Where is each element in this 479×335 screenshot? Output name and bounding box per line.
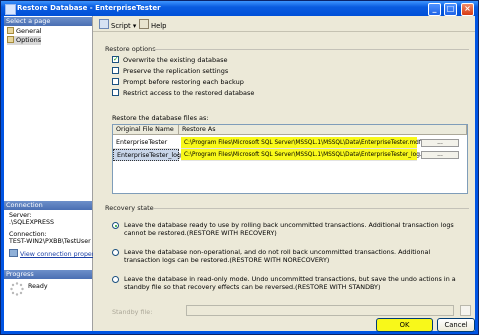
progress-header: Progress xyxy=(4,270,92,279)
browse-button-label: ... xyxy=(437,151,443,158)
overwrite-database-checkbox[interactable]: Overwrite the existing database xyxy=(112,55,228,65)
checkbox-label: Prompt before restoring each backup xyxy=(123,78,244,86)
standby-browse-button[interactable] xyxy=(460,305,471,316)
help-button[interactable]: Help xyxy=(139,19,167,30)
recovery-state-divider xyxy=(153,208,469,209)
restrict-access-checkbox[interactable]: Restrict access to the restored database xyxy=(112,89,254,98)
progress-status: Ready xyxy=(28,283,48,290)
browse-file-button[interactable]: ... xyxy=(421,151,459,159)
radio-icon xyxy=(112,249,119,256)
standby-file-label: Standby file: xyxy=(112,308,153,316)
restore-files-label: Restore the database files as: xyxy=(112,114,209,122)
checkbox-label: Overwrite the existing database xyxy=(123,56,228,64)
column-header-original-file[interactable]: Original File Name xyxy=(113,125,179,135)
maximize-button[interactable]: □ xyxy=(444,3,457,16)
properties-icon xyxy=(9,249,18,257)
sidebar-item-label: General xyxy=(16,27,42,35)
database-icon xyxy=(5,4,16,15)
progress-spinner-icon xyxy=(10,282,24,296)
checkbox-checked-icon xyxy=(112,55,119,64)
sidebar: Select a page General Options Connection… xyxy=(4,16,106,331)
prompt-before-restore-checkbox[interactable]: Prompt before restoring each backup xyxy=(112,78,244,87)
restore-as-cell[interactable]: C:\Program Files\Microsoft SQL Server\MS… xyxy=(181,137,421,149)
original-file-cell[interactable]: EnterpriseTester_log xyxy=(113,149,181,161)
standby-file-input[interactable] xyxy=(186,305,454,316)
connection-header: Connection xyxy=(4,201,92,210)
close-icon: × xyxy=(464,4,471,13)
radio-with-recovery[interactable]: Leave the database ready to use by rolli… xyxy=(112,221,472,239)
minimize-button[interactable]: _ xyxy=(428,3,441,16)
checkbox-icon xyxy=(112,89,119,96)
browse-button-label: ... xyxy=(437,139,443,146)
column-header-restore-as[interactable]: Restore As xyxy=(179,125,467,135)
radio-label: Leave the database ready to use by rolli… xyxy=(124,221,454,237)
title-bar[interactable]: Restore Database - EnterpriseTester _ □ … xyxy=(1,1,478,16)
preserve-replication-checkbox[interactable]: Preserve the replication settings xyxy=(112,67,228,76)
connection-value: TEST-WIN2\PXBB\TestUser xyxy=(9,238,91,245)
page-icon xyxy=(7,27,14,34)
checkbox-icon xyxy=(112,78,119,85)
toolbar: Script ▾ Help xyxy=(93,16,475,32)
checkbox-label: Restrict access to the restored database xyxy=(123,89,255,97)
radio-icon xyxy=(112,276,119,283)
sidebar-item-label: Options xyxy=(16,36,42,44)
script-icon xyxy=(99,19,109,29)
restore-as-cell[interactable]: C:\Program Files\Microsoft SQL Server\MS… xyxy=(181,149,433,161)
script-label: Script xyxy=(111,22,131,30)
radio-selected-icon xyxy=(112,222,119,229)
radio-label: Leave the database in read-only mode. Un… xyxy=(124,275,456,291)
window-title: Restore Database - EnterpriseTester xyxy=(17,4,161,12)
restore-options-divider xyxy=(153,49,469,50)
close-button[interactable]: × xyxy=(461,3,474,16)
dialog-client-area: Select a page General Options Connection… xyxy=(4,16,475,332)
restore-database-window: Restore Database - EnterpriseTester _ □ … xyxy=(0,0,479,335)
minimize-icon: _ xyxy=(432,4,437,13)
chevron-down-icon: ▾ xyxy=(132,22,137,30)
checkbox-label: Preserve the replication settings xyxy=(123,67,229,75)
original-file-cell[interactable]: EnterpriseTester xyxy=(113,137,179,149)
restore-files-grid[interactable]: Original File Name Restore As Enterprise… xyxy=(112,124,468,194)
browse-file-button[interactable]: ... xyxy=(421,139,459,147)
script-button[interactable]: Script ▾ xyxy=(99,19,136,30)
ok-button[interactable]: OK xyxy=(376,318,433,332)
radio-with-norecovery[interactable]: Leave the database non-operational, and … xyxy=(112,248,472,266)
sidebar-item-general[interactable]: General xyxy=(7,27,42,36)
restore-options-title: Restore options xyxy=(105,45,156,53)
help-icon xyxy=(139,19,149,29)
recovery-state-title: Recovery state xyxy=(105,204,154,212)
view-connection-properties-link[interactable]: View connection properties xyxy=(9,249,106,259)
radio-with-standby[interactable]: Leave the database in read-only mode. Un… xyxy=(112,275,472,293)
checkbox-icon xyxy=(112,67,119,74)
server-value: .\SQLEXPRESS xyxy=(9,219,55,226)
radio-label: Leave the database non-operational, and … xyxy=(124,248,431,264)
select-page-header: Select a page xyxy=(4,17,92,26)
sidebar-item-options[interactable]: Options xyxy=(7,36,42,45)
page-icon xyxy=(7,36,14,43)
cancel-button[interactable]: Cancel xyxy=(437,318,475,332)
help-label: Help xyxy=(151,22,167,30)
main-panel: Script ▾ Help Restore options Overwrite … xyxy=(93,16,475,332)
maximize-icon: □ xyxy=(446,4,455,13)
